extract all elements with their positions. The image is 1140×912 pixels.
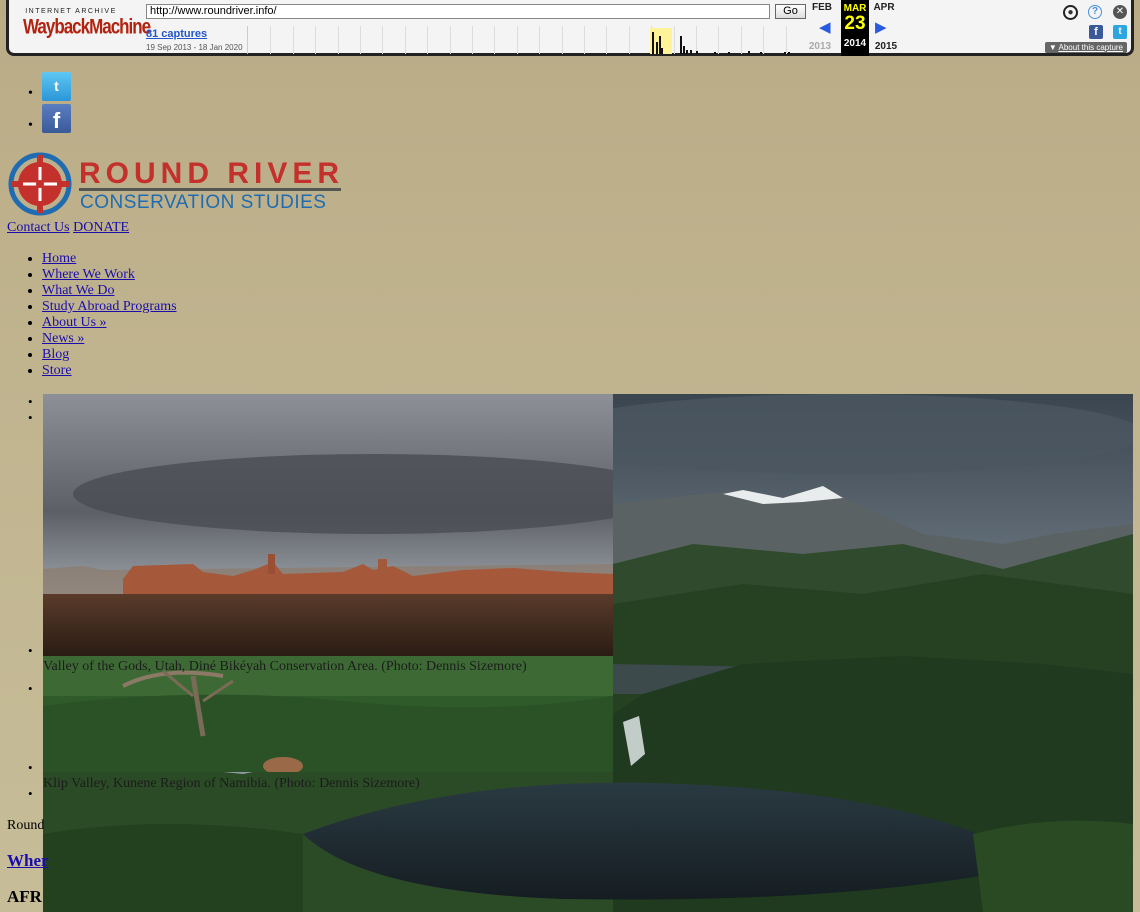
- contact-us-link[interactable]: Contact Us: [7, 220, 70, 235]
- twitter-icon[interactable]: t: [42, 72, 71, 101]
- main-nav: Home Where We Work What We Do Study Abro…: [42, 251, 177, 379]
- help-icon[interactable]: ?: [1088, 5, 1102, 19]
- nav-study-abroad[interactable]: Study Abroad Programs: [42, 299, 177, 314]
- capture-bar[interactable]: [728, 52, 730, 54]
- prev-month[interactable]: FEB: [809, 2, 835, 13]
- go-button[interactable]: Go: [775, 4, 806, 19]
- capture-bar[interactable]: [784, 52, 786, 54]
- nav-news[interactable]: News »: [42, 331, 84, 346]
- twitter-share-icon[interactable]: t: [1113, 25, 1127, 39]
- url-input[interactable]: http://www.roundriver.info/: [146, 4, 770, 19]
- nav-store[interactable]: Store: [42, 363, 72, 378]
- about-capture-button[interactable]: ▼ About this capture: [1044, 42, 1127, 53]
- slide-image-valley-of-the-gods: [43, 394, 613, 656]
- nav-home[interactable]: Home: [42, 251, 76, 266]
- intro-text: Round: [7, 818, 45, 833]
- capture-bar[interactable]: [748, 51, 750, 54]
- capture-bar[interactable]: [661, 48, 663, 54]
- capture-bar[interactable]: [690, 50, 692, 54]
- capture-bar[interactable]: [680, 36, 682, 54]
- slider-bullet: •: [28, 681, 33, 696]
- prev-capture-icon[interactable]: ◀: [819, 18, 831, 36]
- close-icon[interactable]: ✕: [1113, 5, 1127, 19]
- slider-bullet: •: [28, 410, 33, 425]
- slide-caption: Klip Valley, Kunene Region of Namibia. (…: [43, 776, 420, 791]
- slider-bullet: •: [28, 760, 33, 775]
- user-icon[interactable]: ●: [1063, 5, 1078, 20]
- next-month[interactable]: APR: [871, 2, 897, 13]
- logo-line2: CONSERVATION STUDIES: [80, 192, 326, 213]
- wayback-logo[interactable]: INTERNET ARCHIVE WaybackMachine: [23, 8, 151, 46]
- round-river-logo[interactable]: ROUND RIVER CONSERVATION STUDIES: [7, 151, 347, 219]
- where-we-work-heading-link[interactable]: Wher: [7, 851, 49, 871]
- logo-line1: ROUND RIVER: [79, 157, 344, 190]
- captures-link[interactable]: 81 captures: [146, 28, 207, 40]
- capture-date-range: 19 Sep 2013 - 18 Jan 2020: [146, 43, 243, 52]
- capture-sparkline[interactable]: [247, 26, 808, 54]
- slide-caption: Valley of the Gods, Utah, Diné Bikéyah C…: [43, 659, 527, 674]
- donate-link[interactable]: DONATE: [73, 220, 129, 235]
- capture-bar[interactable]: [683, 46, 685, 54]
- slider-bullet: •: [28, 643, 33, 658]
- nav-where-we-work[interactable]: Where We Work: [42, 267, 135, 282]
- facebook-share-icon[interactable]: f: [1089, 25, 1103, 39]
- next-year[interactable]: 2015: [871, 41, 901, 52]
- social-links: t f: [28, 72, 71, 136]
- capture-bar[interactable]: [714, 52, 716, 54]
- prev-year[interactable]: 2013: [805, 41, 835, 52]
- next-capture-icon[interactable]: ▶: [875, 18, 887, 36]
- capture-bar[interactable]: [788, 52, 790, 54]
- capture-bar[interactable]: [652, 32, 654, 54]
- capture-bar[interactable]: [696, 51, 698, 54]
- nav-what-we-do[interactable]: What We Do: [42, 283, 114, 298]
- wayback-toolbar: INTERNET ARCHIVE WaybackMachine http://w…: [6, 0, 1134, 56]
- current-capture-date: MAR 23 2014: [841, 0, 869, 56]
- slider-bullet: •: [28, 394, 33, 409]
- capture-bar[interactable]: [656, 42, 658, 54]
- capture-bar[interactable]: [760, 52, 762, 54]
- capture-bar[interactable]: [686, 50, 688, 54]
- facebook-icon[interactable]: f: [42, 104, 71, 133]
- nav-about-us[interactable]: About Us »: [42, 315, 107, 330]
- nav-blog[interactable]: Blog: [42, 347, 69, 362]
- top-links: Contact Us DONATE: [7, 220, 129, 236]
- slider-bullet: •: [28, 786, 33, 801]
- africa-heading: AFR: [7, 887, 42, 906]
